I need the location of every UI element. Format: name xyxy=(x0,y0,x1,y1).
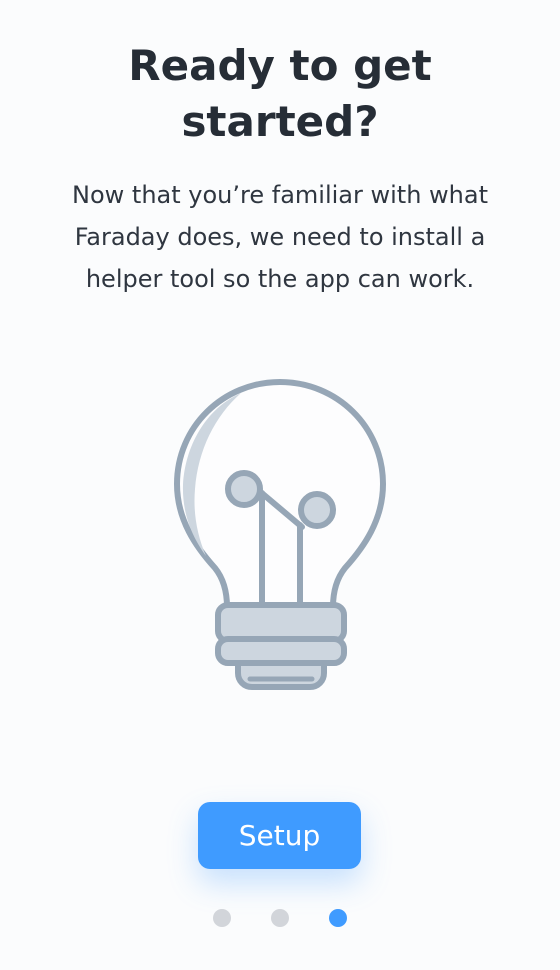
page-dot-1[interactable] xyxy=(213,909,231,927)
filament-knob-right xyxy=(298,491,336,529)
page-title: Ready to get started? xyxy=(128,41,432,146)
intro-description: Now that you’re familiar with what Farad… xyxy=(72,181,488,293)
setup-button[interactable]: Setup xyxy=(198,802,361,869)
page-dot-2[interactable] xyxy=(271,909,289,927)
page-indicator xyxy=(0,909,560,929)
filament-knob-left xyxy=(225,470,263,508)
bulb-base-band-2 xyxy=(215,636,347,666)
bulb-base-band-1 xyxy=(215,602,347,644)
bulb-glass xyxy=(174,379,386,610)
page-dot-3-active[interactable] xyxy=(329,909,347,927)
lightbulb-icon xyxy=(174,379,386,690)
lightbulb-illustration xyxy=(165,375,395,705)
bulb-base-cap xyxy=(235,660,327,690)
onboarding-screen: Ready to get started? Now that you’re fa… xyxy=(0,0,560,970)
